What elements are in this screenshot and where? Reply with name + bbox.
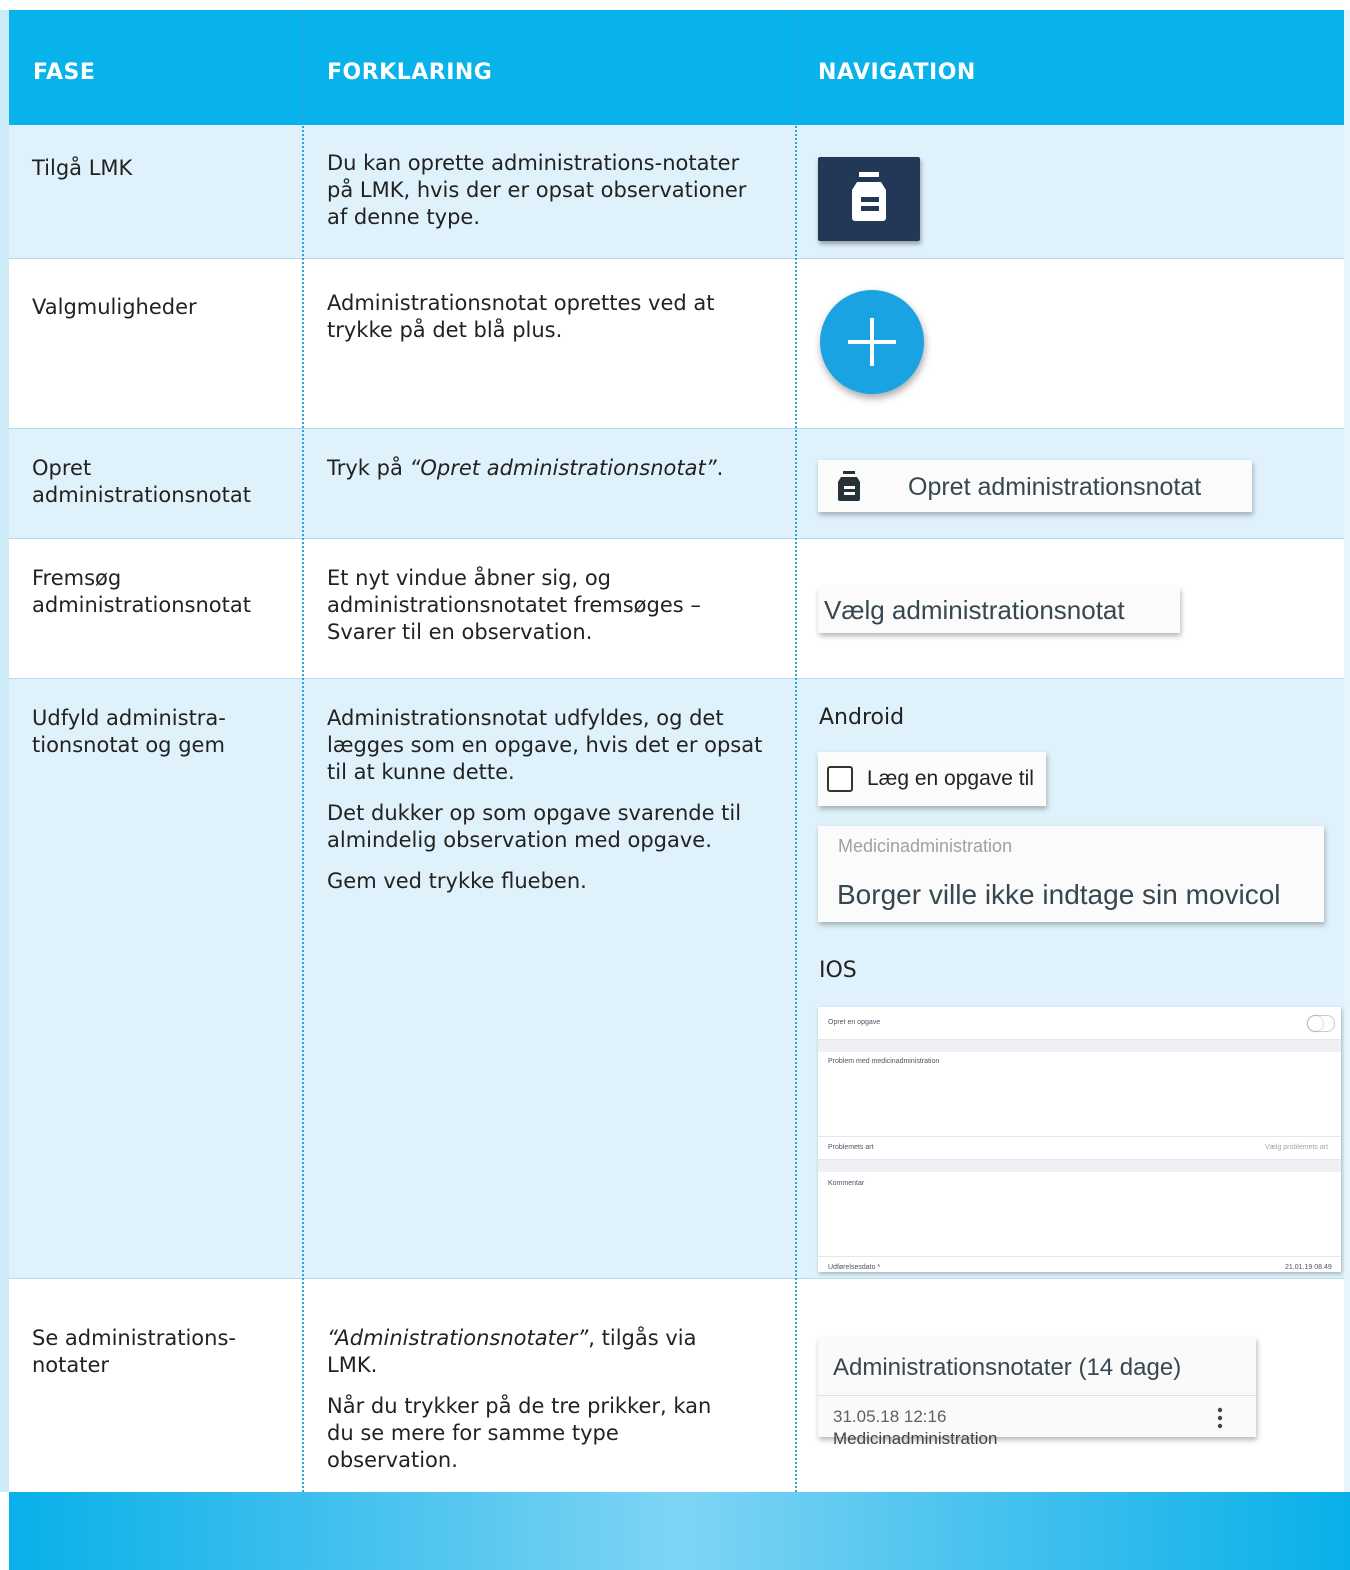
row-divider [9,538,1344,539]
more-dots-icon[interactable] [1216,1407,1224,1429]
toggle-switch[interactable] [1307,1015,1335,1032]
header-fase: FASE [33,60,96,85]
forklaring-cell: Administrationsnotat oprettes ved at try… [327,290,727,358]
checkbox-label: Læg en opgave til [867,767,1034,790]
medicine-bottle-icon [838,471,860,501]
forklaring-cell: “Administrationsnotater”, tilgås via LMK… [327,1325,727,1488]
page: FASE FORKLARING NAVIGATION Tilgå LMK Du … [0,0,1350,1570]
row-divider [9,258,1344,259]
forklaring-cell: Du kan oprette administrations-notater p… [327,150,747,245]
card-date: 31.05.18 12:16 [833,1407,947,1426]
ios-art-row[interactable]: Problemets art Vælg problemets art [818,1137,1341,1160]
frame-right-edge [1344,10,1350,1492]
forklaring-text: Du kan oprette administrations-notater p… [327,151,747,229]
android-label: Android [819,705,905,730]
administrationsnotater-card[interactable]: Administrationsnotater (14 dage) 31.05.1… [818,1337,1256,1448]
fase-cell: Valgmuligheder [32,295,197,319]
ios-separator [818,1160,1341,1172]
fase-cell: Opret administrationsnotat [32,456,251,507]
toggle-label: Opret en opgave [828,1019,881,1026]
forklaring-text: Det dukker op som opgave svarende til al… [327,801,742,852]
column-divider [795,10,797,1492]
row-divider [9,428,1344,429]
add-button[interactable] [820,290,924,394]
kommentar-label: Kommentar [828,1180,865,1187]
checkbox[interactable] [827,766,853,792]
ios-separator [818,1040,1341,1052]
forklaring-text: Et nyt vindue åbner sig, og administrati… [327,566,701,644]
forklaring-cell: Et nyt vindue åbner sig, og administrati… [327,565,747,660]
forklaring-text: Tryk på [327,456,410,480]
column-divider [302,10,304,1492]
plus-icon [848,318,896,366]
ios-toggle-row[interactable]: Opret en opgave [818,1007,1341,1040]
forklaring-suffix: . [716,456,724,480]
ios-label: IOS [819,958,857,983]
field-value: Borger ville ikke indtage sin movicol [837,879,1281,910]
forklaring-italic: “Opret administrationsnotat” [409,456,717,480]
fase-cell: Udfyld administra-tionsnotat og gem [32,706,226,757]
header-forklaring: FORKLARING [327,60,493,85]
ios-date-row[interactable]: Udførelsesdato * 21.01.19 08.49 [818,1257,1341,1272]
vaelg-administrationsnotat-header: Vælg administrationsnotat [818,587,1180,633]
forklaring-text: Når du trykker på de tre prikker, kan du… [327,1394,712,1472]
problem-label: Problem med medicinadministration [828,1058,940,1065]
forklaring-italic: “Administrationsnotater” [327,1326,589,1350]
table-header: FASE FORKLARING NAVIGATION [9,10,1344,125]
header-navigation: NAVIGATION [818,60,976,85]
vaelg-label: Vælg administrationsnotat [824,595,1125,625]
opret-administrationsnotat-button[interactable]: Opret administrationsnotat [818,460,1252,512]
medicine-bottle-icon [852,172,886,221]
ios-kommentar-field[interactable]: Kommentar [818,1172,1341,1257]
row-divider [9,1278,1344,1279]
forklaring-text: Administrationsnotat oprettes ved at try… [327,291,715,342]
footer-band [9,1492,1350,1570]
ios-problem-field[interactable]: Problem med medicinadministration [818,1052,1341,1137]
card-divider [818,1395,1256,1396]
fase-cell: Fremsøg administrationsnotat [32,566,251,617]
android-checkbox-row[interactable]: Læg en opgave til [818,752,1046,806]
fase-cell: Tilgå LMK [32,156,133,180]
frame-left-edge [0,10,9,1492]
art-placeholder: Vælg problemets art [1265,1144,1329,1151]
art-label: Problemets art [828,1144,874,1151]
lmk-tile[interactable] [818,157,920,241]
card-title: Administrationsnotater (14 dage) [833,1354,1182,1381]
opret-button-label: Opret administrationsnotat [908,473,1202,501]
date-label: Udførelsesdato * [828,1264,881,1271]
forklaring-text: Gem ved trykke flueben. [327,869,587,893]
android-field[interactable]: Medicinadministration Borger ville ikke … [818,826,1324,922]
forklaring-text: Administrationsnotat udfyldes, og det læ… [327,706,763,784]
fase-cell: Se administrations-notater [32,1326,236,1377]
row-divider [9,678,1344,679]
field-label: Medicinadministration [838,836,1013,856]
date-value: 21.01.19 08.49 [1285,1264,1332,1271]
forklaring-cell: Tryk på “Opret administrationsnotat”. [327,455,787,482]
card-type: Medicinadministration [833,1429,998,1448]
forklaring-cell: Administrationsnotat udfyldes, og det læ… [327,705,767,909]
ios-form: Opret en opgave Problem med medicinadmin… [818,1007,1341,1272]
